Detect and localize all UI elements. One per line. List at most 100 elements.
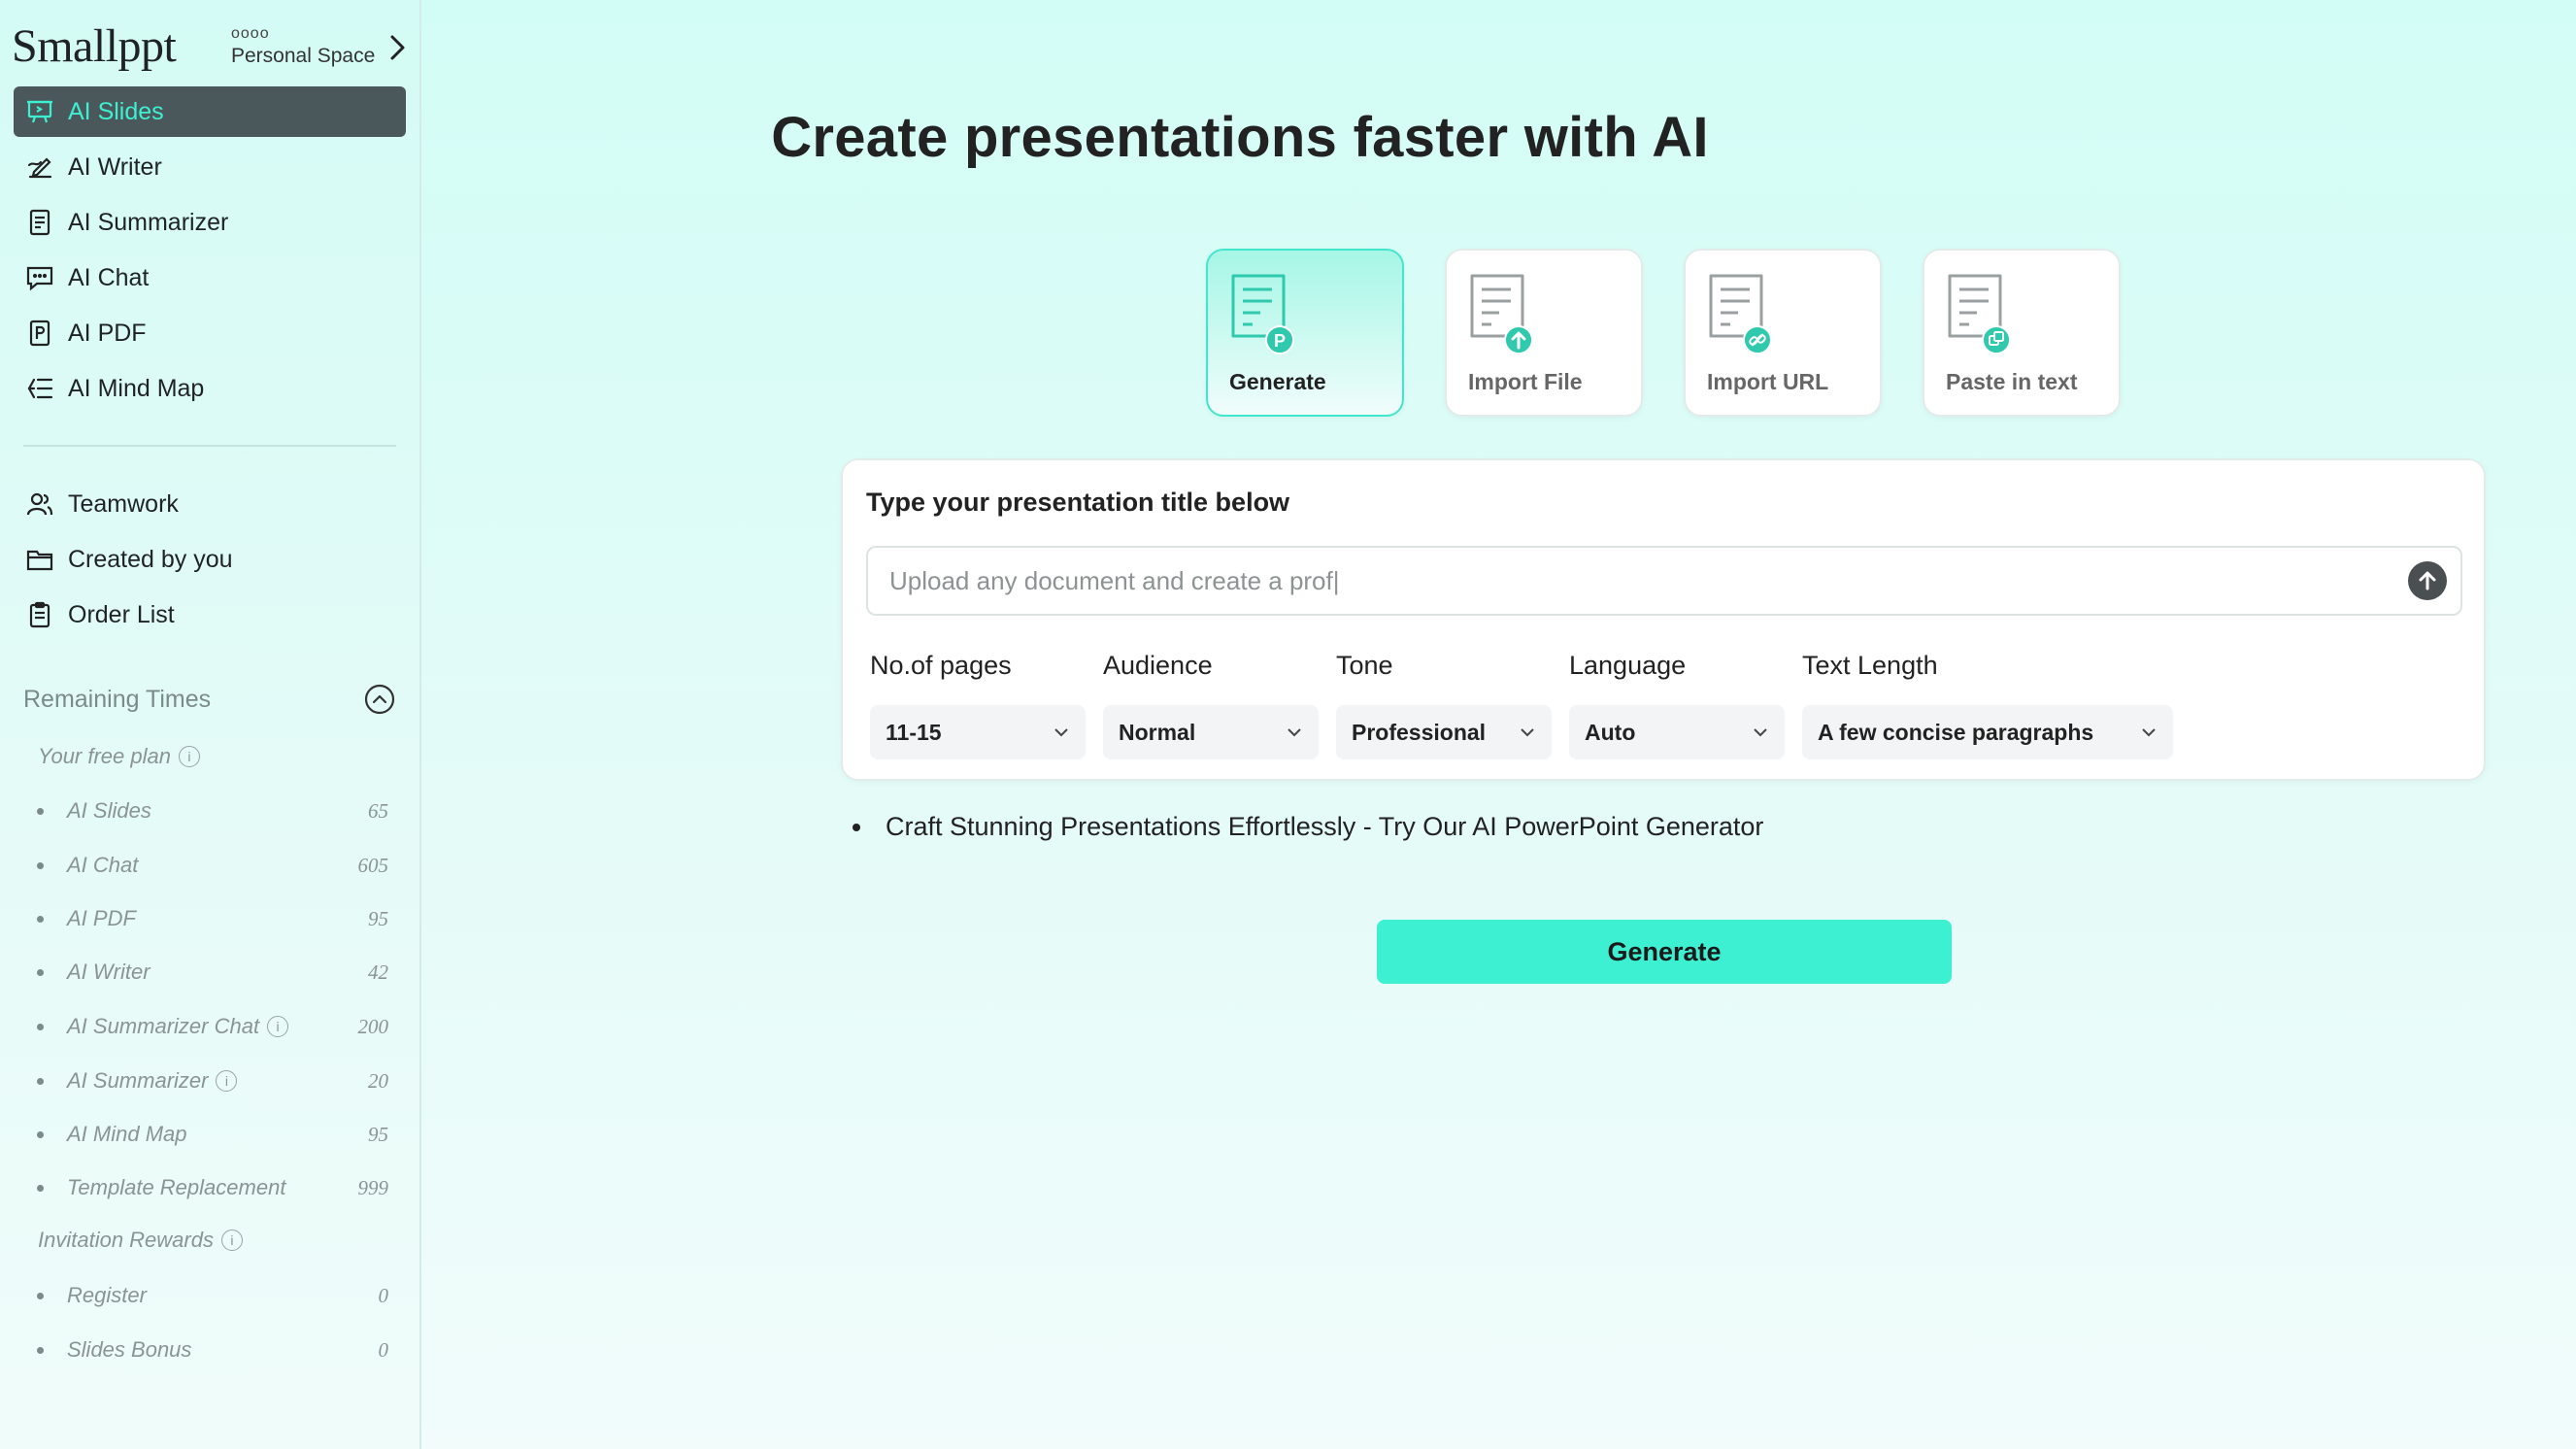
quota-name: Template Replacement — [67, 1175, 286, 1199]
quota-value: 999 — [357, 1175, 389, 1199]
info-icon[interactable]: i — [220, 1230, 243, 1251]
quota-name: AI Writer — [67, 960, 151, 984]
mode-generate[interactable]: P Generate — [1206, 249, 1404, 417]
text-length-select[interactable]: A few concise paragraphs — [1802, 705, 2173, 759]
info-icon[interactable]: i — [178, 746, 200, 767]
upload-button[interactable] — [2408, 561, 2447, 600]
tone-label: Tone — [1336, 651, 1393, 680]
mode-label: Generate — [1229, 369, 1326, 394]
quota-row: AI Summarizer Chat i 200 — [37, 1011, 388, 1042]
language-select[interactable]: Auto — [1569, 705, 1785, 759]
tone-select[interactable]: Professional — [1336, 705, 1552, 759]
free-plan-text: Your free plan — [38, 744, 171, 768]
quota-row: AI Slides 65 — [37, 795, 388, 826]
select-value: 11-15 — [886, 719, 942, 745]
mindmap-icon — [27, 378, 53, 399]
quota-row: Template Replacement 999 — [37, 1172, 388, 1203]
pages-label: No.of pages — [870, 651, 1012, 680]
info-icon[interactable]: i — [216, 1070, 238, 1092]
document-generate-icon: P — [1231, 274, 1294, 354]
bullet — [37, 807, 44, 815]
panel-title: Type your presentation title below — [866, 488, 1290, 517]
bullet — [37, 915, 44, 923]
invitation-rewards-text: Invitation Rewards — [38, 1228, 214, 1252]
sidebar-item-teamwork[interactable]: Teamwork — [14, 479, 406, 529]
bullet — [853, 823, 860, 831]
bullet — [37, 968, 44, 976]
quota-name: AI Summarizer Chat — [67, 1014, 260, 1038]
sidebar-item-ai-chat[interactable]: AI Chat — [14, 253, 406, 303]
bullet — [37, 1130, 44, 1138]
quota-name: AI PDF — [67, 906, 136, 930]
sidebar-item-order-list[interactable]: Order List — [14, 590, 406, 640]
sidebar-item-label: AI Chat — [68, 263, 150, 291]
quota-name-wrap: AI Summarizer i — [67, 1068, 368, 1094]
sidebar-item-created-by-you[interactable]: Created by you — [14, 534, 406, 585]
pdf-icon — [29, 320, 50, 347]
sidebar-item-label: AI Summarizer — [68, 208, 229, 236]
chevron-right-icon[interactable] — [385, 31, 410, 64]
quota-row: AI Summarizer i 20 — [37, 1065, 388, 1096]
chevron-down-icon — [2142, 728, 2156, 737]
quota-row: Register 0 — [37, 1280, 388, 1311]
select-value: Professional — [1352, 719, 1487, 745]
folder-icon — [26, 550, 53, 571]
language-label: Language — [1569, 651, 1687, 680]
arrow-up-icon — [2419, 571, 2436, 590]
presentation-title-input[interactable] — [868, 548, 2383, 614]
quota-name: Slides Bonus — [67, 1337, 192, 1362]
quota-name: AI Slides — [67, 798, 151, 823]
workspace-name: Personal Space — [231, 45, 376, 67]
quota-value: 200 — [357, 1014, 389, 1038]
mode-paste-text[interactable]: Paste in text — [1923, 249, 2121, 417]
mode-label: Paste in text — [1946, 369, 2078, 394]
chevron-down-icon — [1054, 728, 1068, 737]
quota-value: 42 — [368, 960, 388, 984]
audience-select[interactable]: Normal — [1103, 705, 1319, 759]
quota-value: 65 — [368, 798, 388, 823]
generate-button[interactable]: Generate — [1377, 920, 1952, 984]
title-input-wrapper — [866, 546, 2462, 616]
quota-value: 95 — [368, 1122, 388, 1146]
sidebar-item-ai-mind-map[interactable]: AI Mind Map — [14, 363, 406, 414]
quota-name: Register — [67, 1283, 147, 1307]
quota-name: AI Mind Map — [67, 1122, 187, 1146]
quota-row: AI PDF 95 — [37, 903, 388, 934]
bullet — [37, 861, 44, 869]
chevron-down-icon — [1288, 728, 1301, 737]
app-logo[interactable]: Smallppt — [12, 17, 177, 76]
bullet — [37, 1184, 44, 1192]
bullet — [37, 1023, 44, 1030]
page-title: Create presentations faster with AI — [771, 106, 1709, 169]
quota-name: AI Summarizer — [67, 1068, 209, 1093]
chevron-up-circle-icon[interactable] — [363, 683, 396, 716]
quota-value: 0 — [378, 1283, 389, 1307]
sidebar: Smallppt oooo Personal Space AI Slides A… — [0, 0, 421, 1449]
bullet — [37, 1077, 44, 1085]
sidebar-item-ai-pdf[interactable]: AI PDF — [14, 308, 406, 358]
remaining-times-header[interactable]: Remaining Times — [23, 680, 396, 719]
select-value: Normal — [1119, 719, 1196, 745]
info-icon[interactable]: i — [267, 1016, 289, 1037]
workspace-switcher[interactable]: oooo Personal Space — [231, 25, 386, 70]
quota-row: AI Chat 605 — [37, 850, 388, 881]
free-plan-label: Your free plan i — [38, 744, 200, 769]
pages-select[interactable]: 11-15 — [870, 705, 1086, 759]
document-upload-icon — [1470, 274, 1533, 354]
document-paste-icon — [1948, 274, 2011, 354]
sidebar-item-label: Teamwork — [68, 489, 179, 518]
bullet — [37, 1346, 44, 1354]
audience-label: Audience — [1103, 651, 1213, 680]
sidebar-item-label: Created by you — [68, 545, 233, 573]
clipboard-icon — [29, 601, 50, 628]
select-value: A few concise paragraphs — [1818, 719, 2094, 745]
mode-import-url[interactable]: Import URL — [1684, 249, 1882, 417]
quota-name: AI Chat — [67, 853, 139, 877]
quota-row: AI Writer 42 — [37, 957, 388, 988]
summarizer-icon — [29, 209, 50, 236]
remaining-times-title: Remaining Times — [23, 685, 212, 713]
workspace-dots: oooo — [231, 25, 270, 42]
mode-import-file[interactable]: Import File — [1445, 249, 1643, 417]
document-link-icon — [1709, 274, 1772, 354]
sidebar-item-ai-summarizer[interactable]: AI Summarizer — [14, 197, 406, 248]
